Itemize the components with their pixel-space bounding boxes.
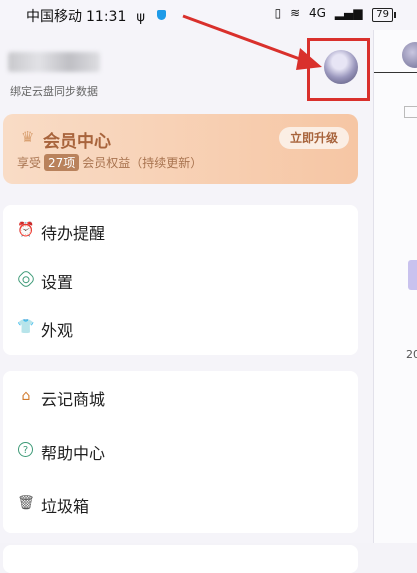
- status-bar: 中国移动 11:31 ψ ▯ ≋ 4G ▂▄▆ 79: [0, 0, 417, 30]
- signal-icon: ▂▄▆: [334, 6, 363, 20]
- menu-item-label: 外观: [41, 321, 74, 340]
- menu-item-label: 待办提醒: [41, 224, 106, 243]
- note-preview-block[interactable]: [408, 260, 417, 290]
- alarm-clock-icon: ⏰: [17, 222, 35, 238]
- vip-title: 会员中心: [43, 132, 111, 152]
- vip-sub-prefix: 享受: [17, 156, 42, 170]
- pane-divider: [374, 72, 417, 73]
- side-drawer: 绑定云盘同步数据 ♛ 会员中心 享受 27项 会员权益（持续更新） 立即升级 ⏰ 待…: [0, 30, 373, 573]
- crown-icon: ♛: [21, 128, 35, 146]
- vip-sub-suffix: 会员权益（持续更新）: [82, 156, 203, 170]
- menu-item-trash[interactable]: 🗑 垃圾箱: [3, 480, 358, 528]
- username-blurred: [8, 52, 100, 72]
- note-list-pane: 20: [373, 30, 417, 543]
- vip-benefit-count: 27项: [44, 154, 80, 171]
- menu-card-secondary: ⌂ 云记商城 ? 帮助中心 🗑 垃圾箱: [3, 371, 358, 533]
- menu-item-store[interactable]: ⌂ 云记商城: [3, 373, 358, 421]
- menu-item-todo[interactable]: ⏰ 待办提醒: [3, 207, 358, 255]
- menu-card-main: ⏰ 待办提醒 设置 👕 外观: [3, 205, 358, 355]
- store-icon: ⌂: [21, 388, 31, 404]
- menu-card-partial: [3, 545, 358, 573]
- vibrate-icon: ▯: [274, 6, 282, 20]
- avatar-highlight-box: [307, 38, 370, 101]
- menu-item-appearance[interactable]: 👕 外观: [3, 304, 358, 352]
- menu-item-label: 帮助中心: [41, 444, 106, 463]
- status-time: 11:31: [86, 9, 127, 25]
- battery-icon: 79: [372, 8, 396, 22]
- menu-item-help[interactable]: ? 帮助中心: [3, 427, 358, 475]
- upgrade-button[interactable]: 立即升级: [279, 127, 349, 149]
- pane-avatar[interactable]: [402, 42, 417, 68]
- menu-item-label: 垃圾箱: [41, 497, 90, 516]
- vip-center-card[interactable]: ♛ 会员中心 享受 27项 会员权益（持续更新） 立即升级: [3, 114, 358, 184]
- menu-item-label: 云记商城: [41, 390, 106, 409]
- vip-subtitle: 享受 27项 会员权益（持续更新）: [17, 154, 202, 171]
- note-date-partial: 20: [406, 348, 417, 361]
- help-icon: ?: [18, 442, 33, 457]
- carrier-name: 中国移动: [26, 9, 82, 25]
- mail-icon[interactable]: [404, 106, 417, 118]
- network-label: 4G: [308, 6, 326, 20]
- shield-icon: [156, 10, 166, 20]
- usb-icon: ψ: [136, 10, 145, 25]
- wifi-icon: ≋: [290, 6, 301, 20]
- shirt-icon: 👕: [17, 319, 35, 335]
- bind-cloud-text[interactable]: 绑定云盘同步数据: [10, 83, 98, 99]
- menu-item-label: 设置: [41, 273, 74, 292]
- menu-item-settings[interactable]: 设置: [3, 256, 358, 304]
- settings-icon: [16, 269, 36, 289]
- trash-icon: 🗑: [17, 495, 35, 511]
